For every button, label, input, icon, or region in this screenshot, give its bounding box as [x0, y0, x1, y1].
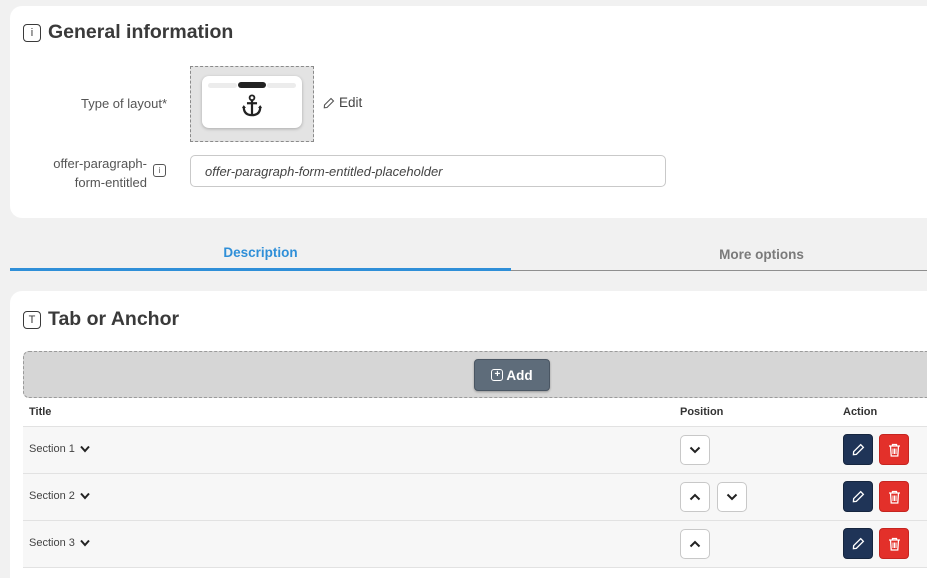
trash-icon: [888, 537, 900, 551]
pencil-icon: [852, 443, 864, 456]
info-icon[interactable]: i: [153, 164, 166, 177]
general-information-title: General information: [48, 21, 234, 43]
move-down-button[interactable]: [717, 482, 747, 512]
table-row: Section 2: [23, 474, 927, 521]
edit-row-button[interactable]: [843, 434, 873, 465]
edit-row-button[interactable]: [843, 528, 873, 559]
move-up-button[interactable]: [680, 482, 710, 512]
table-row: Section 1: [23, 427, 927, 474]
row-title-label: Section 2: [29, 490, 75, 502]
tab-bar: Description More options: [10, 237, 927, 271]
layout-type-label: Type of layout*: [81, 96, 167, 111]
delete-row-button[interactable]: [879, 528, 909, 559]
row-title[interactable]: Section 1: [29, 443, 90, 455]
move-up-button[interactable]: [680, 529, 710, 559]
tab-description[interactable]: Description: [10, 237, 511, 271]
entitled-label-line2: form-entitled: [74, 175, 147, 190]
anchor-icon: [241, 94, 263, 117]
general-information-heading: i General information: [23, 21, 233, 44]
preview-bar-center: [238, 82, 266, 88]
entitled-label-line1: offer-paragraph-: [53, 156, 147, 171]
chevron-down-icon: [80, 492, 90, 500]
tab-anchor-heading: T Tab or Anchor: [23, 308, 179, 331]
chevron-down-icon: [80, 539, 90, 547]
entitled-input[interactable]: [190, 155, 666, 187]
tab-anchor-card: T Tab or Anchor + Add Title Position Act…: [10, 291, 927, 578]
text-box-icon: T: [23, 310, 41, 329]
tab-anchor-title: Tab or Anchor: [48, 308, 180, 330]
add-dropzone: + Add: [23, 351, 927, 398]
add-button[interactable]: + Add: [474, 359, 550, 391]
preview-bar-left: [208, 83, 237, 88]
row-title-label: Section 1: [29, 443, 75, 455]
delete-row-button[interactable]: [879, 481, 909, 512]
edit-layout-label: Edit: [339, 95, 363, 110]
chevron-up-icon: [689, 540, 701, 548]
layout-preview-card: [202, 76, 302, 128]
pencil-icon: [852, 490, 864, 503]
chevron-down-icon: [726, 493, 738, 501]
layout-preview[interactable]: [190, 66, 314, 142]
pencil-icon: [852, 537, 864, 550]
general-information-card: i General information Type of layout* Ed…: [10, 6, 927, 218]
delete-row-button[interactable]: [879, 434, 909, 465]
edit-layout-link[interactable]: Edit: [323, 95, 362, 110]
info-icon: i: [23, 23, 41, 42]
tab-more-options[interactable]: More options: [511, 237, 927, 271]
add-button-label: Add: [506, 367, 533, 383]
column-header-title: Title: [29, 406, 52, 418]
edit-row-button[interactable]: [843, 481, 873, 512]
entitled-label: offer-paragraph- form-entitled: [20, 154, 147, 192]
pencil-icon: [323, 97, 335, 108]
preview-bar-right: [267, 83, 296, 88]
plus-icon: +: [491, 369, 504, 381]
trash-icon: [888, 443, 900, 457]
row-title-label: Section 3: [29, 537, 75, 549]
trash-icon: [888, 490, 900, 504]
chevron-down-icon: [689, 446, 701, 454]
chevron-up-icon: [689, 493, 701, 501]
row-title[interactable]: Section 3: [29, 537, 90, 549]
chevron-down-icon: [80, 445, 90, 453]
move-down-button[interactable]: [680, 435, 710, 465]
column-header-position: Position: [680, 406, 724, 418]
table-row: Section 3: [23, 521, 927, 568]
column-header-action: Action: [843, 406, 878, 418]
row-title[interactable]: Section 2: [29, 490, 90, 502]
